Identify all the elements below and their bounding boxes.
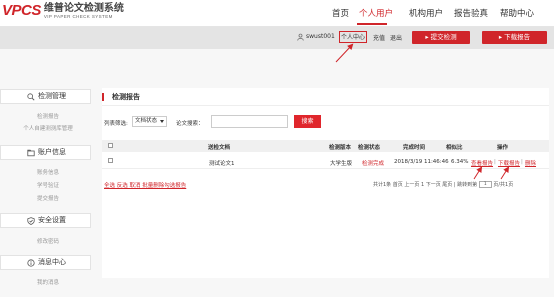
view-report-link[interactable]: 查看报告 <box>471 159 493 167</box>
shield-icon <box>27 217 35 225</box>
search-button[interactable]: 搜索 <box>294 115 321 128</box>
sidebar-section-label: 安全设置 <box>38 216 66 224</box>
filter-label: 列表筛选: <box>104 121 128 127</box>
user-icon <box>297 33 304 41</box>
info-icon <box>27 259 35 267</box>
paper-search-input[interactable] <box>211 115 288 128</box>
site-logo[interactable]: VPCS 维普论文检测系统 VIP PAPER CHECK SYSTEM <box>2 3 124 20</box>
logout-link[interactable]: 退出 <box>390 33 402 42</box>
panel-header: 检测报告 <box>102 88 549 106</box>
document-status-value: 文档状态 <box>135 118 158 124</box>
bulk-actions[interactable]: 全选 反选 取消 批量删除勾选报告 <box>104 181 186 189</box>
sidebar-section-label: 账户信息 <box>38 148 66 156</box>
nav-institution-user[interactable]: 机构用户 <box>409 7 443 19</box>
row-version: 大学生版 <box>330 161 353 167</box>
search-icon <box>27 93 35 101</box>
logo-mark: VPCS <box>2 2 41 19</box>
row-checkbox[interactable] <box>108 158 113 163</box>
nav-help-center[interactable]: 帮助中心 <box>500 7 534 19</box>
page-title: 检测报告 <box>112 93 140 101</box>
nav-report-verify[interactable]: 报告验真 <box>454 7 488 19</box>
search-label: 论文搜索： <box>176 121 204 127</box>
sidebar-item-submit-report[interactable]: 提交报告 <box>0 194 96 202</box>
column-header-status: 检测状态 <box>358 145 381 151</box>
download-report-button[interactable]: ▸ 下载报告 <box>482 31 547 44</box>
row-similarity-ratio: 6.34% <box>451 159 469 165</box>
sidebar-section-account-info[interactable]: 账户信息 <box>0 145 91 160</box>
download-report-link[interactable]: 下载报告 <box>498 159 520 167</box>
logo-subtitle: VIP PAPER CHECK SYSTEM <box>43 14 113 19</box>
recharge-link[interactable]: 充值 <box>373 33 385 42</box>
sidebar-section-label: 检测管理 <box>38 92 66 100</box>
column-header-document: 送检文档 <box>208 145 231 151</box>
pager-suffix: 页/共1页 <box>493 182 514 188</box>
action-separator: | <box>521 159 523 165</box>
logo-title: 维普论文检测系统 <box>43 3 124 14</box>
sidebar-item-my-messages[interactable]: 我的消息 <box>0 278 96 286</box>
sidebar-item-check-reports[interactable]: 检测报告 <box>0 112 96 120</box>
sidebar-item-billing-info[interactable]: 账务信息 <box>0 168 96 176</box>
sidebar-section-check-management[interactable]: 检测管理 <box>0 89 91 104</box>
chevron-down-icon <box>160 120 164 123</box>
row-document-name[interactable]: 测试论文1 <box>209 159 235 167</box>
row-status: 检测完成 <box>362 161 385 167</box>
action-separator: | <box>494 159 496 165</box>
personal-center-link[interactable]: 个人中心 <box>339 31 368 43</box>
sidebar-item-personal-library[interactable]: 个人自建测测库管理 <box>0 124 96 132</box>
pager-text[interactable]: 共计1条 首页 上一页 1 下一页 尾页 | 跳转到第 <box>373 182 477 188</box>
sidebar-item-student-id-verify[interactable]: 学号验证 <box>0 181 96 189</box>
user-toolbar <box>0 27 554 49</box>
page-jump-select[interactable]: 1 <box>478 181 492 188</box>
sidebar-section-label: 消息中心 <box>38 258 66 266</box>
top-header: VPCS 维普论文检测系统 VIP PAPER CHECK SYSTEM 首页 … <box>0 0 554 27</box>
submit-check-label: 提交检测 <box>430 33 457 41</box>
column-header-actions: 操作 <box>497 145 509 151</box>
delete-link[interactable]: 删除 <box>525 159 536 167</box>
active-nav-indicator <box>357 23 387 25</box>
column-header-ratio: 相似比 <box>446 145 463 151</box>
title-accent-bar <box>102 93 104 101</box>
sidebar-section-security[interactable]: 安全设置 <box>0 213 91 228</box>
sidebar-item-change-password[interactable]: 修改密码 <box>0 237 96 245</box>
sidebar-section-message-center[interactable]: 消息中心 <box>0 255 91 270</box>
row-finish-time: 2018/3/19 11:46:46 <box>394 159 449 165</box>
pagination: 共计1条 首页 上一页 1 下一页 尾页 | 跳转到第 1 页/共1页 <box>373 181 513 188</box>
username: swust001 <box>306 33 335 40</box>
table-header <box>102 140 549 152</box>
submit-check-button[interactable]: ▸ 提交检测 <box>412 31 470 44</box>
select-all-checkbox[interactable] <box>108 143 113 148</box>
download-report-label: 下载报告 <box>504 33 531 41</box>
logo-text: 维普论文检测系统 VIP PAPER CHECK SYSTEM <box>44 3 124 20</box>
column-header-version: 检测版本 <box>329 145 352 151</box>
column-header-time: 完成时间 <box>403 145 426 151</box>
folder-icon <box>27 149 35 157</box>
nav-personal-user[interactable]: 个人用户 <box>359 7 393 19</box>
document-status-select[interactable]: 文档状态 <box>132 116 167 127</box>
nav-home[interactable]: 首页 <box>332 7 349 19</box>
